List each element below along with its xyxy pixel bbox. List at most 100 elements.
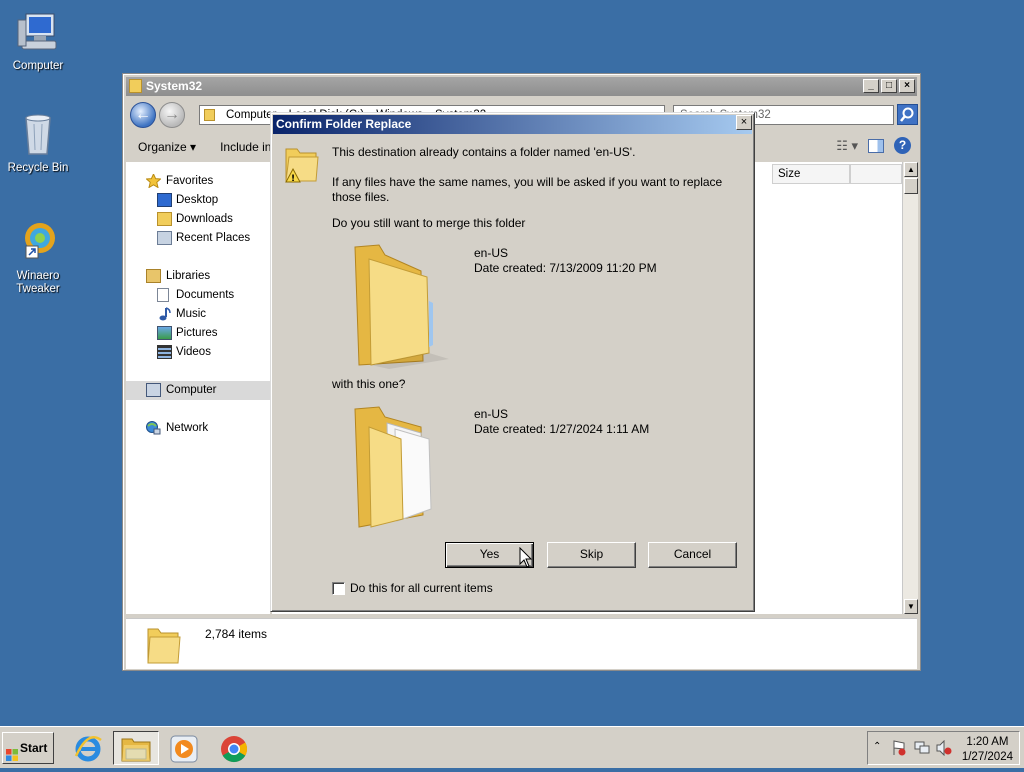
preview-pane-icon[interactable] xyxy=(868,138,884,153)
apply-to-all-checkbox[interactable] xyxy=(332,582,345,596)
nav-item-favorites[interactable]: Favorites xyxy=(126,172,270,191)
taskbar-media-player[interactable] xyxy=(162,731,208,765)
close-button[interactable]: × xyxy=(899,79,915,93)
action-center-icon[interactable] xyxy=(892,740,906,759)
skip-button[interactable]: Skip xyxy=(547,542,636,568)
existing-folder-info: en-US Date created: 7/13/2009 11:20 PM xyxy=(474,246,657,276)
existing-folder-name: en-US xyxy=(474,246,509,260)
column-header-extra[interactable] xyxy=(850,164,902,184)
computer-icon xyxy=(146,383,161,397)
network-status-icon[interactable] xyxy=(914,740,930,759)
desktop-icon-recycle-bin[interactable]: Recycle Bin xyxy=(0,110,76,175)
scroll-thumb[interactable] xyxy=(904,178,918,194)
downloads-folder-icon xyxy=(157,212,172,226)
item-count: 2,784 items xyxy=(205,627,268,641)
system-clock[interactable]: 1:20 AM 1/27/2024 xyxy=(962,735,1013,765)
nav-label: Computer xyxy=(166,384,217,396)
search-icon[interactable] xyxy=(897,104,918,125)
nav-label: Pictures xyxy=(176,327,218,339)
recycle-bin-icon xyxy=(14,110,62,158)
incoming-folder-info: en-US Date created: 1/27/2024 1:11 AM xyxy=(474,407,649,437)
taskbar-chrome[interactable] xyxy=(212,731,258,765)
cancel-button[interactable]: Cancel xyxy=(648,542,737,568)
music-icon xyxy=(157,307,172,321)
folder-icon xyxy=(129,79,142,93)
scroll-up-arrow-icon[interactable]: ▲ xyxy=(904,162,918,177)
dialog-close-button[interactable]: × xyxy=(736,115,752,130)
organize-menu[interactable]: Organize ▾ xyxy=(126,140,208,154)
existing-folder-icon[interactable] xyxy=(349,241,459,374)
start-button[interactable]: Start xyxy=(2,732,54,764)
incoming-folder-name: en-US xyxy=(474,407,509,421)
show-hidden-icons-icon[interactable]: ⌃ xyxy=(873,741,881,752)
message-line-2a: If any files have the same names, you wi… xyxy=(332,175,723,189)
desktop-icon-label: Computer xyxy=(12,60,64,72)
minimize-button[interactable]: _ xyxy=(863,79,879,93)
column-header-size[interactable]: Size xyxy=(772,164,850,184)
desktop-icon-label: Winaero Tweaker xyxy=(16,270,60,295)
star-icon xyxy=(145,172,162,189)
nav-label: Recent Places xyxy=(176,232,251,244)
forward-button[interactable]: → xyxy=(159,102,185,128)
notification-area: ⌃ 1:20 AM 1/27/2024 xyxy=(867,731,1020,765)
nav-item-network[interactable]: Network xyxy=(126,419,270,438)
navigation-pane: Favorites Desktop Downloads Recent Place… xyxy=(126,162,270,614)
nav-item-libraries[interactable]: Libraries xyxy=(126,267,270,286)
media-player-icon xyxy=(170,735,198,766)
column-label: Size xyxy=(778,168,801,180)
details-pane: 2,784 items xyxy=(126,618,917,669)
nav-item-computer[interactable]: Computer xyxy=(126,381,270,400)
videos-icon xyxy=(157,345,172,359)
nav-item-documents[interactable]: Documents xyxy=(126,286,270,305)
taskbar: Start ⌃ 1:20 AM 1/27/2024 xyxy=(0,726,1024,768)
message-line-1: This destination already contains a fold… xyxy=(332,145,636,159)
nav-item-videos[interactable]: Videos xyxy=(126,343,270,362)
dialog-title: Confirm Folder Replace xyxy=(276,117,412,131)
vertical-scrollbar[interactable]: ▲ ▼ xyxy=(902,162,918,614)
nav-item-downloads[interactable]: Downloads xyxy=(126,210,270,229)
nav-label: Libraries xyxy=(166,270,211,282)
back-button[interactable]: ← xyxy=(130,102,156,128)
nav-label: Videos xyxy=(176,346,211,358)
nav-label: Network xyxy=(166,422,209,434)
incoming-folder-date: Date created: 1/27/2024 1:11 AM xyxy=(474,422,650,436)
clock-time: 1:20 AM xyxy=(966,736,1009,748)
nav-item-recent-places[interactable]: Recent Places xyxy=(126,229,270,248)
pictures-icon xyxy=(157,326,172,340)
nav-label: Desktop xyxy=(176,194,219,206)
desktop-icon-label: Recycle Bin xyxy=(7,162,69,174)
folder-icon xyxy=(146,623,182,668)
start-label: Start xyxy=(20,741,48,755)
volume-muted-icon[interactable] xyxy=(936,739,952,759)
dialog-titlebar[interactable]: Confirm Folder Replace xyxy=(273,115,752,134)
taskbar-internet-explorer[interactable] xyxy=(65,731,111,765)
recent-places-icon xyxy=(157,231,172,245)
existing-folder-date: Date created: 7/13/2009 11:20 PM xyxy=(474,261,657,275)
nav-item-pictures[interactable]: Pictures xyxy=(126,324,270,343)
message-line-3: Do you still want to merge this folder xyxy=(332,216,526,230)
message-line-2b: those files. xyxy=(332,190,390,204)
internet-explorer-icon xyxy=(73,734,103,767)
nav-label: Documents xyxy=(176,289,235,301)
libraries-icon xyxy=(146,269,161,283)
windows-logo-icon xyxy=(6,742,18,761)
desktop-icon-computer[interactable]: Computer xyxy=(0,8,76,73)
maximize-button[interactable]: □ xyxy=(881,79,897,93)
windows-explorer-icon xyxy=(121,735,151,766)
network-icon xyxy=(146,421,161,435)
desktop-icon-winaero-tweaker[interactable]: Winaero Tweaker xyxy=(0,218,76,296)
incoming-folder-icon[interactable] xyxy=(349,403,459,536)
view-options-icon[interactable]: ☷ ▾ xyxy=(836,138,858,154)
documents-icon xyxy=(157,288,169,302)
clock-date: 1/27/2024 xyxy=(961,751,1013,763)
folder-icon xyxy=(204,109,215,121)
taskbar-windows-explorer[interactable] xyxy=(113,731,159,765)
nav-item-desktop[interactable]: Desktop xyxy=(126,191,270,210)
scroll-down-arrow-icon[interactable]: ▼ xyxy=(904,599,918,614)
apply-to-all-row[interactable]: Do this for all current items xyxy=(332,581,493,596)
nav-item-music[interactable]: Music xyxy=(126,305,270,324)
help-icon[interactable]: ? xyxy=(894,137,911,154)
explorer-titlebar[interactable]: System32 _ □ × xyxy=(126,77,917,96)
with-this-one-label: with this one? xyxy=(332,377,406,391)
nav-label: Music xyxy=(176,308,207,320)
